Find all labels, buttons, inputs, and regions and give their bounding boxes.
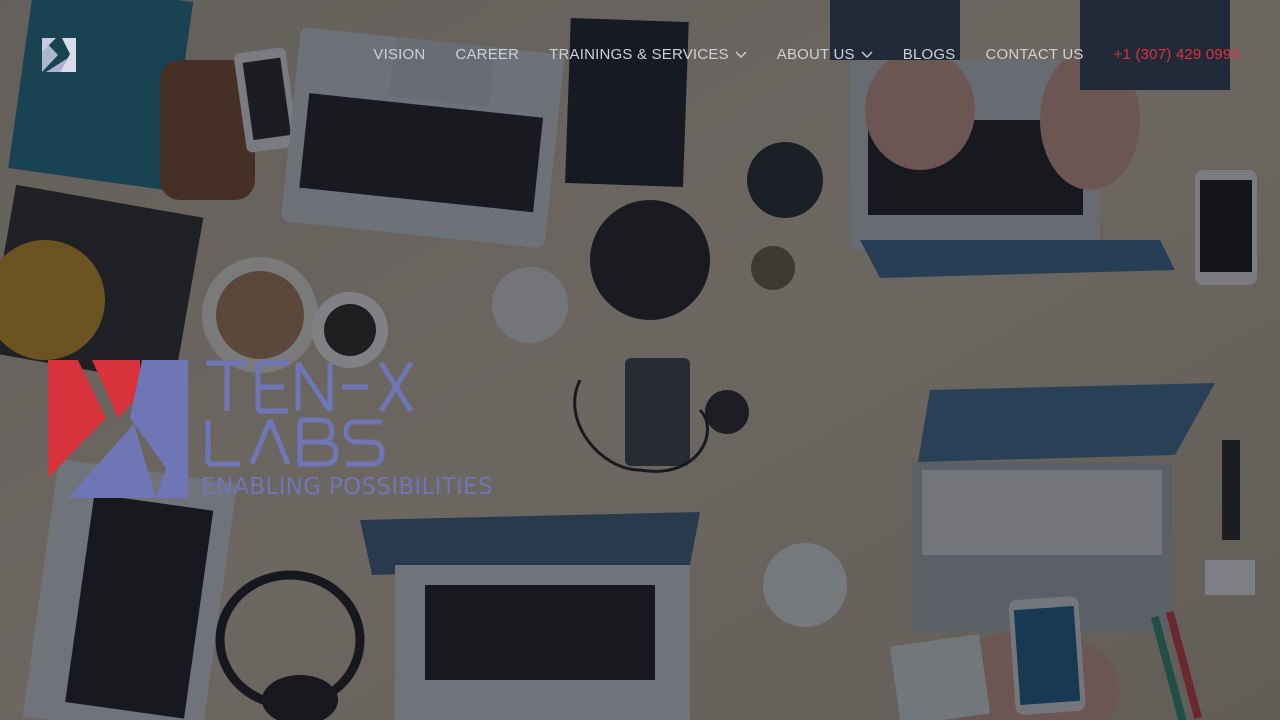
main-menu: VISION CAREER TRAININGS & SERVICES ABOUT…: [373, 44, 1240, 66]
wordmark-labs: [205, 417, 385, 467]
chevron-down-icon: [735, 51, 747, 58]
top-navigation: VISION CAREER TRAININGS & SERVICES ABOUT…: [0, 0, 1280, 110]
phone-link[interactable]: +1 (307) 429 0994: [1114, 44, 1240, 66]
nav-item-label: BLOGS: [902, 46, 956, 63]
nav-item-trainings-services[interactable]: TRAININGS & SERVICES: [549, 44, 747, 66]
nav-item-label: CONTACT US: [985, 46, 1084, 63]
brand-tagline: ENABLING POSSIBILITIES: [201, 474, 493, 500]
nav-item-label: CAREER: [455, 46, 520, 63]
phone-number: +1 (307) 429 0994: [1113, 46, 1240, 63]
nav-item-career[interactable]: CAREER: [455, 44, 519, 66]
nav-item-label: TRAININGS & SERVICES: [549, 46, 729, 63]
wordmark-ten-x: [206, 360, 414, 414]
nav-item-label: VISION: [373, 46, 426, 63]
chevron-down-icon: [861, 51, 873, 58]
nav-item-about-us[interactable]: ABOUT US: [777, 44, 873, 66]
nav-item-contact-us[interactable]: CONTACT US: [985, 44, 1083, 66]
hero-section: VISION CAREER TRAININGS & SERVICES ABOUT…: [0, 0, 1280, 720]
nav-item-blogs[interactable]: BLOGS: [903, 44, 956, 66]
nav-item-vision[interactable]: VISION: [373, 44, 425, 66]
nav-item-label: ABOUT US: [776, 46, 855, 63]
logo-red-shape: [48, 360, 106, 478]
tenx-logo-icon[interactable]: [42, 38, 76, 72]
